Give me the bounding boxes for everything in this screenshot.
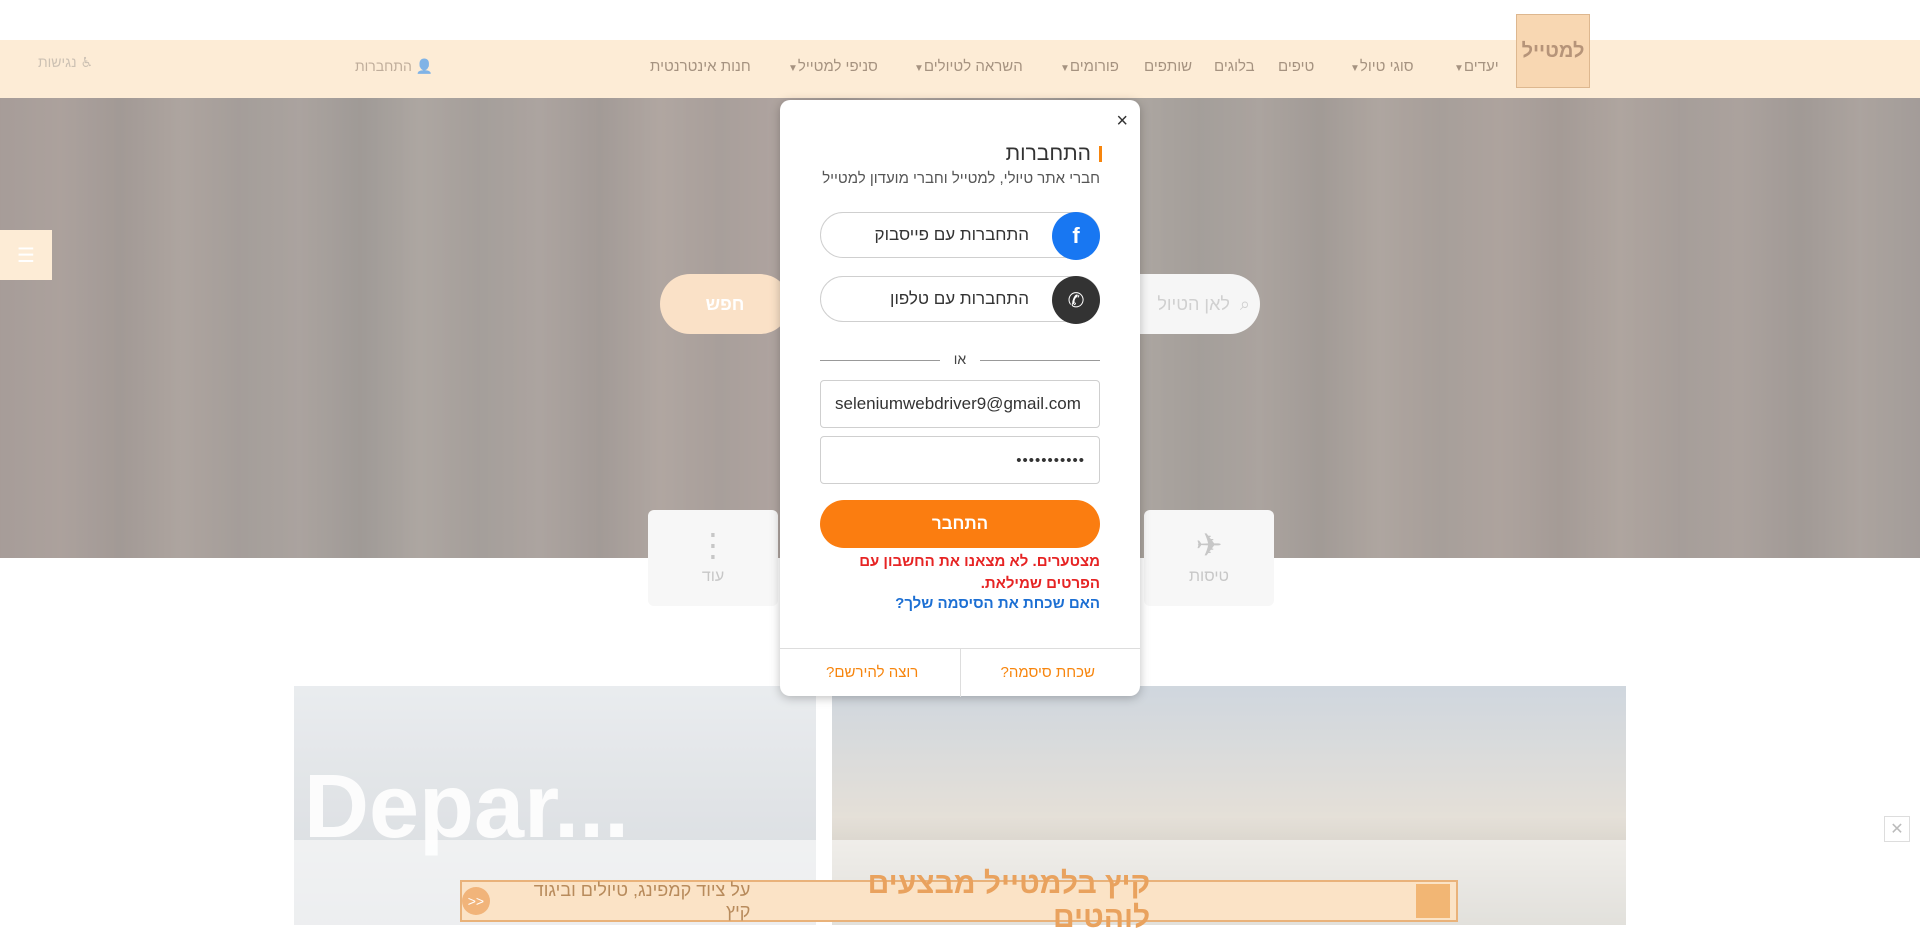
password-field[interactable]: ••••••••••• [820,436,1100,484]
close-icon[interactable]: × [1116,110,1128,133]
login-submit-button[interactable]: התחבר [820,500,1100,548]
facebook-icon: f [1052,212,1100,260]
footer-register[interactable]: רוצה להירשם? [826,664,918,681]
title-accent [1099,146,1102,162]
or-divider: או [820,351,1100,371]
footer-divider [960,649,961,697]
close-banner-button[interactable]: ✕ [1884,816,1910,842]
phone-login-button[interactable]: ✆ התחברות עם טלפון [820,276,1100,324]
modal-footer: שכחת סיסמה? רוצה להירשם? [780,648,1140,697]
forgot-password-link[interactable]: האם שכחת את הסיסמה שלך? [895,595,1100,612]
promo-banner[interactable]: קיץ בלמטייל מבצעים לוהטים על ציוד קמפינג… [460,867,1458,934]
phone-icon: ✆ [1052,276,1100,324]
login-modal: × התחברות חברי אתר טיולי, למטייל וחברי מ… [780,100,1140,697]
error-message: מצטערים. לא מצאנו את החשבון עם הפרטים שמ… [859,553,1100,592]
email-field[interactable]: seleniumwebdriver9@gmail.com [820,380,1100,428]
banner-arrow-button[interactable]: << [462,887,490,915]
modal-title: התחברות [1006,142,1102,166]
footer-forgot-password[interactable]: שכחת סיסמה? [1000,664,1095,681]
banner-logo [1416,884,1450,918]
banner-subtitle: על ציוד קמפינג, טיולים וביגוד קיץ [533,880,751,921]
facebook-login-button[interactable]: f התחברות עם פייסבוק [820,212,1100,260]
modal-subtitle: חברי אתר טיולי, למטייל וחברי מועדון למטי… [822,170,1100,187]
